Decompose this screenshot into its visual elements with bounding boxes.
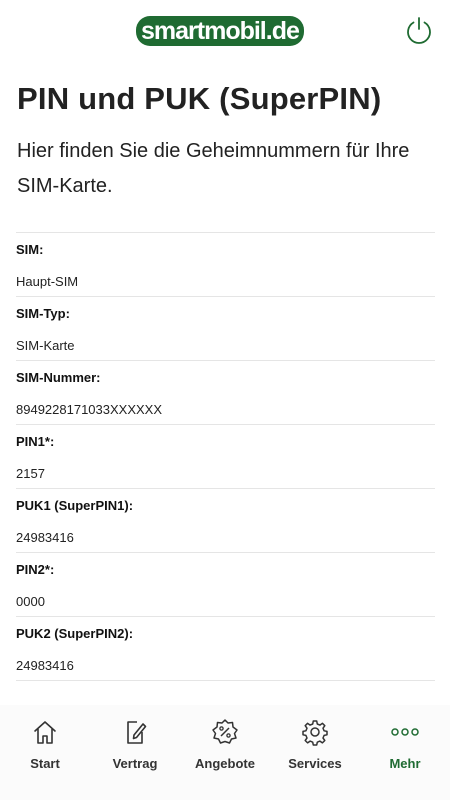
gear-icon: [302, 720, 328, 746]
nav-label: Angebote: [195, 756, 255, 771]
nav-label: Vertrag: [112, 756, 158, 771]
smartmobil-logo[interactable]: smartmobil.de: [136, 16, 304, 46]
top-bar: smartmobil.de: [0, 0, 450, 62]
nav-label: Services: [288, 756, 342, 771]
detail-value: 8949228171033XXXXXX: [16, 402, 163, 417]
detail-label: PIN1*:: [16, 434, 55, 449]
sim-details-list: SIM: Haupt-SIM SIM-Typ: SIM-Karte SIM-Nu…: [16, 232, 435, 681]
detail-value: 24983416: [16, 530, 74, 545]
nav-item-start[interactable]: Start: [0, 705, 90, 800]
nav-label: Mehr: [389, 756, 421, 771]
percent-badge-icon: [212, 719, 238, 744]
more-dots-icon: [391, 728, 419, 736]
detail-label: SIM-Typ:: [16, 306, 70, 321]
detail-value: 24983416: [16, 658, 74, 673]
page-title: PIN und PUK (SuperPIN): [17, 81, 382, 116]
bottom-nav: Start Vertrag Angebote Services Mehr: [0, 705, 450, 800]
detail-row-sim: SIM: Haupt-SIM: [16, 232, 435, 296]
detail-value: 2157: [16, 466, 45, 481]
detail-label: PIN2*:: [16, 562, 55, 577]
detail-row-puk1: PUK1 (SuperPIN1): 24983416: [16, 488, 435, 552]
detail-label: PUK2 (SuperPIN2):: [16, 626, 134, 641]
nav-item-services[interactable]: Services: [270, 705, 360, 800]
detail-label: SIM:: [16, 242, 44, 257]
detail-row-sim-type: SIM-Typ: SIM-Karte: [16, 296, 435, 360]
logo-text: smartmobil.de: [141, 17, 300, 45]
detail-label: PUK1 (SuperPIN1):: [16, 498, 134, 513]
detail-label: SIM-Nummer:: [16, 370, 101, 385]
page-subtitle: Hier finden Sie die Geheimnummern für Ih…: [17, 140, 410, 197]
detail-value: Haupt-SIM: [16, 274, 79, 289]
nav-item-vertrag[interactable]: Vertrag: [90, 705, 180, 800]
home-icon: [34, 721, 56, 744]
detail-row-puk2: PUK2 (SuperPIN2): 24983416: [16, 616, 435, 681]
power-icon[interactable]: [405, 16, 433, 44]
nav-item-angebote[interactable]: Angebote: [180, 705, 270, 800]
detail-value: 0000: [16, 594, 45, 609]
detail-row-sim-number: SIM-Nummer: 8949228171033XXXXXX: [16, 360, 435, 424]
nav-item-mehr[interactable]: Mehr: [360, 705, 450, 800]
detail-row-pin2: PIN2*: 0000: [16, 552, 435, 616]
detail-value: SIM-Karte: [16, 338, 75, 353]
contract-icon: [127, 721, 147, 744]
nav-label: Start: [30, 756, 60, 771]
detail-row-pin1: PIN1*: 2157: [16, 424, 435, 488]
